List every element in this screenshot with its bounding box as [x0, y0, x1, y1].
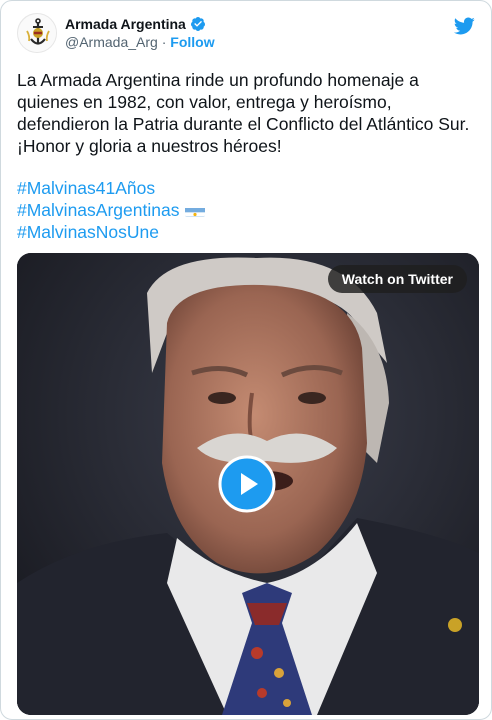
video-player[interactable]: Watch on Twitter	[17, 253, 479, 715]
verified-badge-icon	[190, 17, 205, 31]
hashtag-label: #Malvinas41Años	[17, 178, 156, 198]
follow-button[interactable]: Follow	[170, 34, 214, 50]
hashtag-list: #Malvinas41Años #MalvinasArgentinas #Mal…	[17, 177, 206, 243]
hashtag-label: #MalvinasArgentinas	[17, 200, 180, 220]
avatar[interactable]	[17, 13, 57, 53]
watch-on-twitter-button[interactable]: Watch on Twitter	[327, 265, 467, 293]
navy-emblem-icon	[18, 14, 56, 52]
display-name[interactable]: Armada Argentina	[65, 16, 186, 32]
tweet-text: La Armada Argentina rinde un profundo ho…	[17, 69, 485, 157]
tweet-card: Armada Argentina @Armada_Arg · Follow La…	[0, 0, 492, 720]
hashtag-link[interactable]: #MalvinasNosUne	[17, 221, 205, 243]
tweet-header: Armada Argentina @Armada_Arg · Follow	[17, 13, 475, 57]
twitter-bird-icon[interactable]	[453, 15, 475, 37]
hashtag-link[interactable]: #MalvinasArgentinas	[17, 199, 206, 221]
author-info: Armada Argentina @Armada_Arg · Follow	[65, 16, 215, 50]
argentina-flag-icon	[185, 204, 206, 217]
separator: ·	[161, 34, 167, 50]
hashtag-link[interactable]: #Malvinas41Años	[17, 177, 205, 199]
display-name-row: Armada Argentina	[65, 16, 215, 32]
tweet-text-line: defendieron la Patria durante el Conflic…	[17, 114, 470, 134]
tweet-text-line: ¡Honor y gloria a nuestros héroes!	[17, 136, 282, 156]
play-icon[interactable]	[218, 455, 276, 513]
tweet-text-line: quienes en 1982, con valor, entrega y he…	[17, 92, 392, 112]
hashtag-label: #MalvinasNosUne	[17, 222, 160, 242]
handle-row: @Armada_Arg · Follow	[65, 34, 215, 50]
tweet-text-line: La Armada Argentina rinde un profundo ho…	[17, 70, 419, 90]
handle[interactable]: @Armada_Arg	[65, 34, 158, 50]
